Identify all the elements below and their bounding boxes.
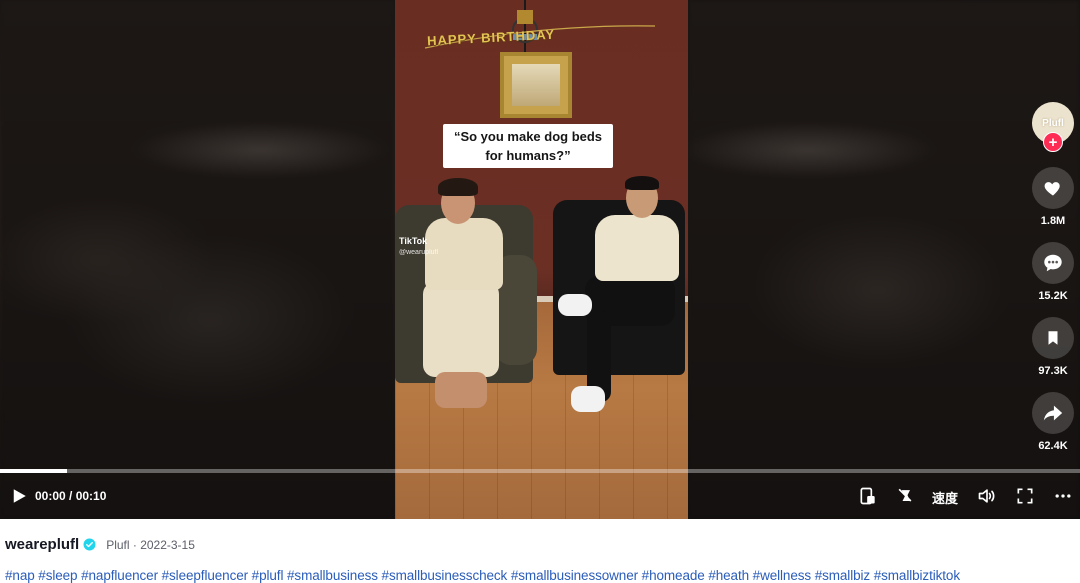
verified-icon	[83, 538, 96, 551]
more-icon[interactable]	[1053, 486, 1073, 506]
blurred-background-right	[688, 0, 1080, 519]
hashtag-list[interactable]: #nap #sleep #napfluencer #sleepfluencer …	[5, 568, 960, 583]
share-button[interactable]	[1032, 392, 1074, 434]
comment-icon	[1044, 254, 1062, 272]
video-player[interactable]: HAPPY BIRTHDAY “So you make dog beds for…	[0, 0, 1080, 519]
person-right-shirt	[595, 215, 679, 281]
like-action[interactable]: 1.8M	[1031, 167, 1075, 227]
comment-count: 15.2K	[1038, 290, 1068, 302]
speed-button[interactable]: 速度	[932, 488, 958, 507]
save-count: 97.3K	[1038, 365, 1068, 377]
person-left-hair	[438, 178, 478, 196]
tiktok-watermark-handle: @wearuplufl	[399, 249, 439, 256]
share-count: 62.4K	[1038, 440, 1068, 452]
fullscreen-icon[interactable]	[1015, 486, 1035, 506]
volume-icon[interactable]	[977, 486, 997, 506]
like-button[interactable]	[1032, 167, 1074, 209]
tiktok-watermark-label: TikTok	[399, 236, 428, 246]
tiktok-watermark: TikTok @wearuplufl	[399, 236, 438, 258]
progress-bar-fill	[0, 469, 67, 473]
person-left-pants	[423, 282, 499, 377]
share-icon	[1043, 405, 1063, 421]
share-action[interactable]: 62.4K	[1031, 392, 1075, 452]
like-count: 1.8M	[1040, 215, 1066, 227]
save-action[interactable]: 97.3K	[1031, 317, 1075, 377]
heart-icon	[1044, 182, 1060, 196]
pip-icon[interactable]	[858, 486, 878, 506]
player-controls: 00:00 / 00:10 速度	[0, 478, 1080, 514]
person-right-hair	[625, 176, 659, 190]
comment-button[interactable]	[1032, 242, 1074, 284]
follow-button[interactable]: +	[1043, 132, 1063, 152]
video-caption-overlay: “So you make dog beds for humans?”	[443, 124, 613, 168]
creator-avatar-group[interactable]: Plufl +	[1031, 100, 1075, 152]
person-right-sock	[571, 386, 605, 412]
playback-time: 00:00 / 00:10	[35, 489, 107, 503]
progress-bar[interactable]	[0, 469, 1080, 473]
video-frame[interactable]: HAPPY BIRTHDAY “So you make dog beds for…	[395, 0, 688, 519]
save-button[interactable]	[1032, 317, 1074, 359]
bookmark-icon	[1048, 331, 1058, 345]
username-link[interactable]: weareplufl	[5, 536, 79, 553]
action-bar: Plufl + 1.8M 15.2K 97.3K 62.4K	[1031, 100, 1075, 452]
post-meta: Plufl · 2022-3-15	[106, 537, 195, 552]
person-left-feet	[435, 372, 487, 408]
no-caption-icon[interactable]	[895, 486, 915, 506]
author-row: weareplufl Plufl · 2022-3-15	[5, 536, 195, 553]
play-icon[interactable]	[10, 487, 28, 505]
post-info: weareplufl Plufl · 2022-3-15 #nap #sleep…	[0, 519, 1080, 583]
wall-picture	[500, 52, 572, 118]
comment-action[interactable]: 15.2K	[1031, 242, 1075, 302]
person-right-sock	[558, 294, 592, 316]
blurred-background-left	[0, 0, 395, 519]
